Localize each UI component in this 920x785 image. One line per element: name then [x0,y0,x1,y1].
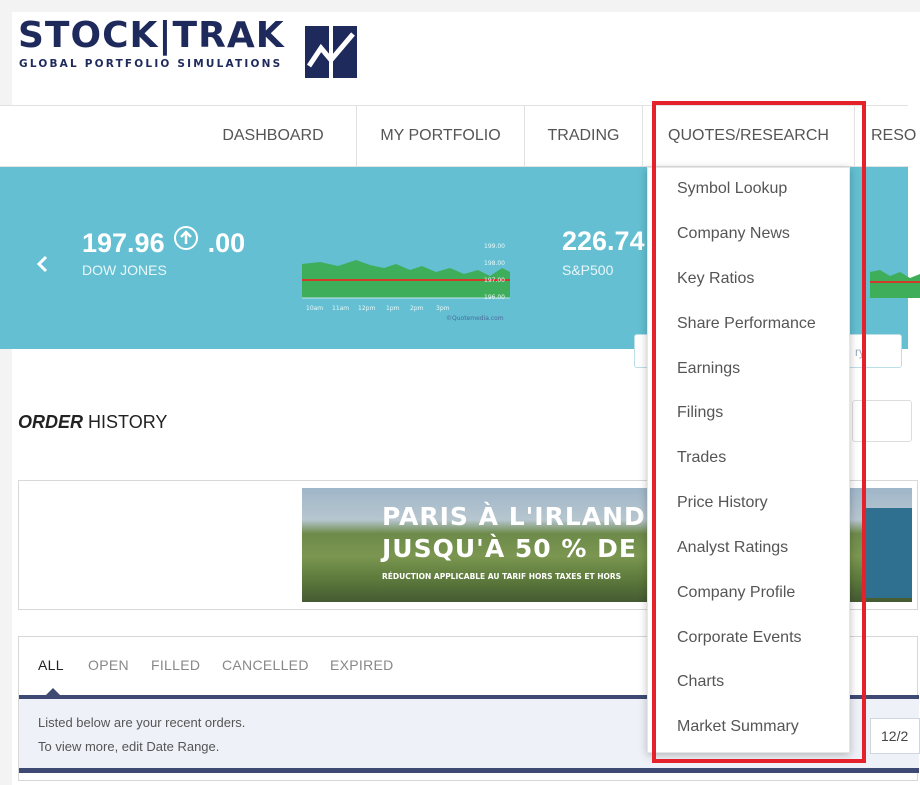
logo-mark-icon [305,26,357,78]
time-label: 10am [306,305,323,312]
tab-open[interactable]: OPEN [88,657,129,673]
time-label: 2pm [410,305,424,312]
info-line-2: To view more, edit Date Range. [38,739,220,754]
ad-headline-1: PARIS À L'IRLANDE [382,502,664,531]
axis-label: 196.00 [484,294,505,301]
logo-wordmark: STOCK|TRAK [18,15,285,56]
table-header-bar [19,768,919,773]
time-label: 11am [332,305,349,312]
chart-source: ©Quotemedia.com [446,315,504,322]
nav-my-portfolio[interactable]: MY PORTFOLIO [356,106,524,166]
ad-headline-2: JUSQU'À 50 % DE RÉ [382,534,685,563]
sp500-value: 226.74 [562,226,645,256]
stocktrak-logo[interactable]: STOCK|TRAK GLOBAL PORTFOLIO SIMULATIONS [18,14,378,84]
dow-intraday-chart[interactable]: 199.00 198.00 197.00 196.00 10am 11am 12… [300,238,520,322]
title-bold: ORDER [18,412,84,432]
ad-sea-image [862,508,912,598]
tab-expired[interactable]: EXPIRED [330,657,394,673]
axis-label: 197.00 [484,277,505,284]
up-circle-icon [174,226,199,250]
axis-label: 199.00 [484,243,505,250]
tab-cancelled[interactable]: CANCELLED [222,657,309,673]
tab-all[interactable]: ALL [38,657,64,673]
dow-label: DOW JONES [82,262,167,278]
logo-tagline: GLOBAL PORTFOLIO SIMULATIONS [19,58,283,70]
sp500-intraday-chart[interactable] [870,262,920,322]
red-highlight-box [652,101,866,763]
date-range-input[interactable]: 12/2 [870,718,920,754]
tab-filled[interactable]: FILLED [151,657,200,673]
title-rest: HISTORY [83,412,168,432]
nav-dashboard[interactable]: DASHBOARD [190,106,356,166]
dow-quote: 197.96 .00 [82,226,245,259]
nav-trading[interactable]: TRADING [524,106,642,166]
sp500-label: S&P500 [562,262,614,278]
time-label: 3pm [436,305,450,312]
axis-label: 198.00 [484,260,505,267]
time-label: 12pm [358,305,375,312]
dow-change: .00 [207,228,246,258]
ad-disclaimer: RÉDUCTION APPLICABLE AU TARIF HORS TAXES… [382,572,622,581]
active-tab-pointer [46,688,60,695]
time-label: 1pm [386,305,400,312]
chevron-left-icon[interactable] [34,249,52,279]
page-title: ORDER HISTORY [18,412,167,433]
info-line-1: Listed below are your recent orders. [38,715,246,730]
dow-value: 197.96 [82,228,165,258]
